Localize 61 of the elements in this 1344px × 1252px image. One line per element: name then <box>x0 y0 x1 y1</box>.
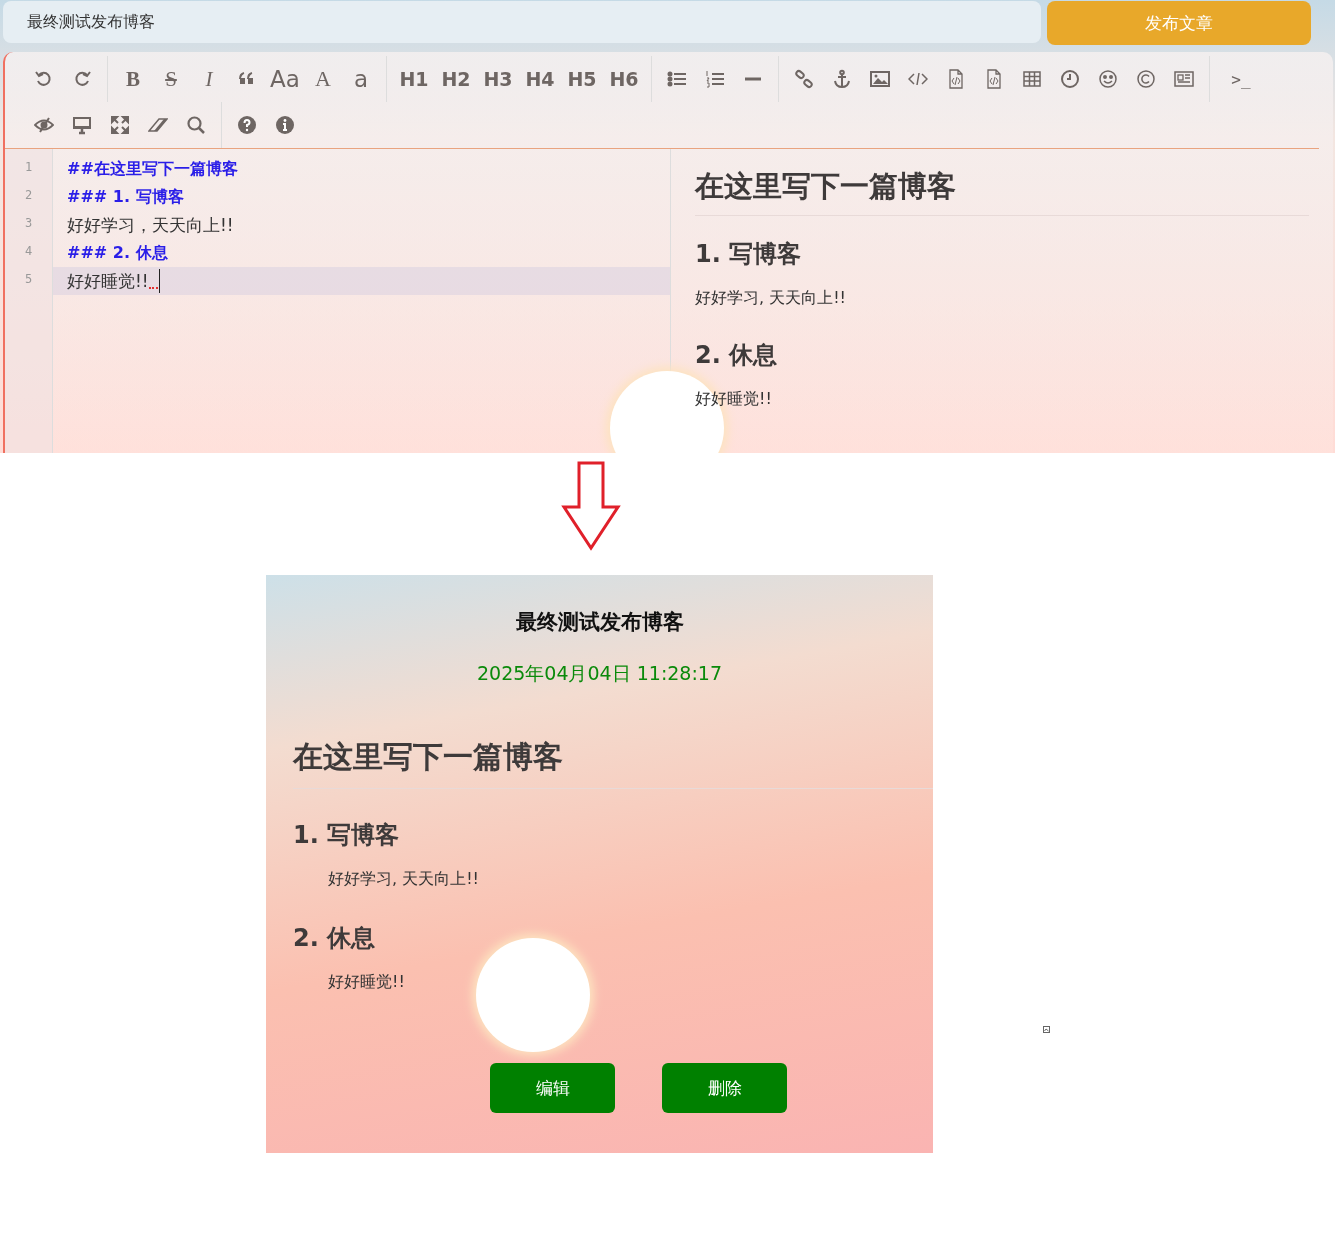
link-icon[interactable] <box>794 69 814 89</box>
paragraph: 好好学习, 天天向上!! <box>695 288 847 309</box>
image-icon <box>1043 1026 1050 1033</box>
expand-icon[interactable] <box>110 115 130 135</box>
line-number: 1 <box>23 159 34 176</box>
text-cursor <box>158 269 160 293</box>
subheading: 2. 休息 <box>293 923 377 954</box>
heading: 在这里写下一篇博客 <box>293 737 933 789</box>
code-line: 好好睡觉!! <box>67 270 149 293</box>
copyright-icon[interactable] <box>1136 69 1156 89</box>
image-icon[interactable] <box>870 69 890 89</box>
title-field[interactable]: 最终测试发布博客 <box>3 1 1041 43</box>
paragraph: 好好睡觉!! <box>695 389 773 410</box>
heading-button[interactable]: H2 <box>435 68 477 90</box>
heading-button[interactable]: H1 <box>393 68 435 90</box>
edit-button[interactable]: 编辑 <box>490 1063 615 1113</box>
heading-button[interactable]: H5 <box>561 68 603 90</box>
post-date: 2025年04月04日 11:28:17 <box>475 661 724 686</box>
bold-button[interactable]: B <box>114 66 152 92</box>
paragraph: 好好睡觉!! <box>327 972 406 993</box>
bullet-list-icon[interactable] <box>667 69 687 89</box>
down-arrow-icon <box>561 461 621 551</box>
clock-icon[interactable] <box>1060 69 1080 89</box>
code-line: ### 2. 休息 <box>67 242 168 264</box>
heading-button[interactable]: H3 <box>477 68 519 90</box>
subheading: 2. 休息 <box>695 340 779 371</box>
heading-button[interactable]: H6 <box>603 68 645 90</box>
eraser-icon[interactable] <box>148 115 168 135</box>
paragraph: 好好学习, 天天向上!! <box>327 869 480 890</box>
info-icon[interactable] <box>275 115 295 135</box>
smiley-icon[interactable] <box>1098 69 1118 89</box>
font-button[interactable]: Aa <box>266 66 304 92</box>
line-number: 3 <box>23 215 34 232</box>
code-file-icon[interactable] <box>984 69 1004 89</box>
newspaper-icon[interactable] <box>1174 69 1194 89</box>
line-number: 4 <box>23 243 34 260</box>
heading-button[interactable]: H4 <box>519 68 561 90</box>
strikethrough-button[interactable]: S <box>152 66 190 92</box>
subheading: 1. 写博客 <box>695 239 803 270</box>
line-number: 2 <box>23 187 34 204</box>
search-icon[interactable] <box>186 115 206 135</box>
terminal-button[interactable]: >_ <box>1216 69 1266 89</box>
help-icon[interactable] <box>237 115 257 135</box>
code-line: ##在这里写下一篇博客 <box>67 158 238 180</box>
numbered-list-icon[interactable] <box>705 69 725 89</box>
code-line: ### 1. 写博客 <box>67 186 184 208</box>
line-number: 5 <box>23 271 34 288</box>
italic-button[interactable]: I <box>190 66 228 92</box>
hidden-eye-icon[interactable] <box>34 115 54 135</box>
font-button[interactable]: a <box>342 66 380 92</box>
delete-button[interactable]: 删除 <box>662 1063 787 1113</box>
subheading: 1. 写博客 <box>293 820 401 851</box>
code-line: 好好学习，天天向上!! <box>67 214 234 237</box>
font-button[interactable]: A <box>304 66 342 92</box>
post-title: 最终测试发布博客 <box>514 609 685 636</box>
anchor-icon[interactable] <box>832 69 852 89</box>
table-icon[interactable] <box>1022 69 1042 89</box>
monitor-icon[interactable] <box>72 115 92 135</box>
redo-icon[interactable] <box>72 69 92 89</box>
code-file-icon[interactable] <box>946 69 966 89</box>
heading: 在这里写下一篇博客 <box>695 167 1309 216</box>
